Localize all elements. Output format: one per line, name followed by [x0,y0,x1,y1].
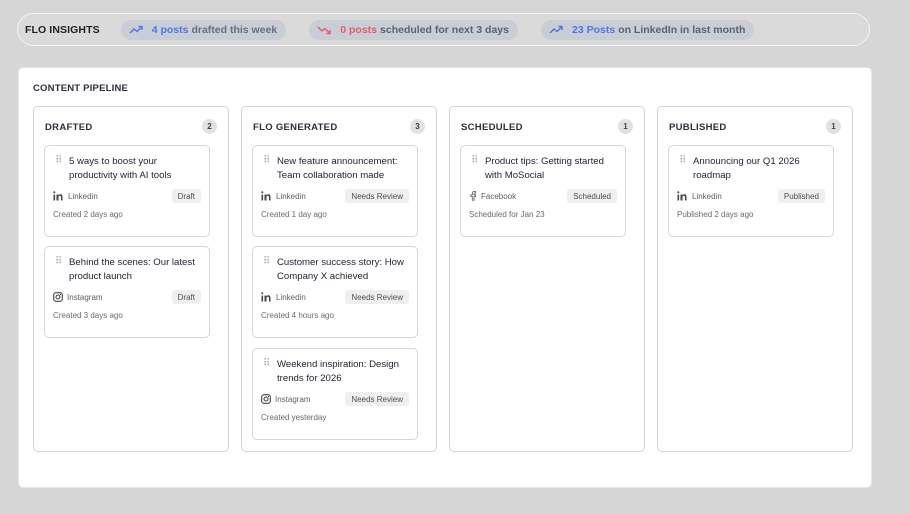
column-count-badge: 2 [202,119,217,134]
insight-linkedin-count: 23 Posts [571,23,616,36]
card-platform: Instagram [53,292,103,302]
card-platform: Instagram [261,394,311,404]
insights-bar: FLO INSIGHTS 4 posts drafted this week 0… [17,13,870,46]
card-title: Announcing our Q1 2026 roadmap [693,156,800,181]
status-badge: Scheduled [567,189,617,203]
insight-scheduled-text: scheduled for next 3 days [380,23,509,36]
content-pipeline-panel: CONTENT PIPELINE DRAFTED 2 ⠿ 5 ways to b… [18,67,872,488]
column-title: DRAFTED [45,122,93,133]
card-meta: Created 3 days ago [53,311,123,320]
insight-linkedin-text: on LinkedIn in last month [618,23,746,36]
card-meta: Published 2 days ago [677,210,754,219]
insight-scheduled-count: 0 posts [340,23,378,36]
linkedin-icon [261,292,272,302]
linkedin-icon [677,191,688,201]
column-count-badge: 1 [826,119,841,134]
post-card[interactable]: ⠿ Product tips: Getting started with MoS… [460,145,626,237]
instagram-icon [53,292,63,302]
platform-label: Instagram [275,394,311,404]
card-title: 5 ways to boost your productivity with A… [69,156,172,181]
card-title: Product tips: Getting started with MoSoc… [485,156,604,181]
trending-down-icon [317,26,331,34]
column-title: FLO GENERATED [253,122,338,133]
platform-label: Instagram [67,292,103,302]
card-meta: Created 4 hours ago [261,311,334,320]
post-card[interactable]: ⠿ New feature announcement: Team collabo… [252,145,418,237]
post-card[interactable]: ⠿ Weekend inspiration: Design trends for… [252,348,418,440]
column-published: PUBLISHED 1 ⠿ Announcing our Q1 2026 roa… [657,106,853,452]
card-platform: Linkedin [261,292,306,302]
linkedin-icon [261,191,272,201]
card-title: Customer success story: How Company X ac… [277,257,404,282]
drag-handle-icon[interactable]: ⠿ [263,359,270,369]
card-title: Weekend inspiration: Design trends for 2… [277,359,399,384]
status-badge: Needs Review [345,189,409,203]
platform-label: Facebook [481,191,517,201]
post-card[interactable]: ⠿ 5 ways to boost your productivity with… [44,145,210,237]
drag-handle-icon[interactable]: ⠿ [55,257,62,267]
status-badge: Draft [171,189,201,203]
instagram-icon [261,394,271,404]
post-card[interactable]: ⠿ Announcing our Q1 2026 roadmap Linkedi… [668,145,834,237]
card-meta: Created 2 days ago [53,210,123,219]
status-badge: Draft [171,290,201,304]
platform-label: Linkedin [68,191,98,201]
insight-drafted-count: 4 posts [151,23,189,36]
card-meta: Scheduled for Jan 23 [469,210,545,219]
insight-pill-linkedin[interactable]: 23 Posts on LinkedIn in last month [540,19,755,40]
column-scheduled: SCHEDULED 1 ⠿ Product tips: Getting star… [449,106,645,452]
column-title: PUBLISHED [669,122,727,133]
drag-handle-icon[interactable]: ⠿ [55,156,62,166]
trending-up-icon [549,25,563,33]
post-card[interactable]: ⠿ Customer success story: How Company X … [252,246,418,338]
column-count-badge: 3 [410,119,425,134]
insight-pill-drafted[interactable]: 4 posts drafted this week [120,19,287,40]
card-platform: Linkedin [261,191,306,201]
drag-handle-icon[interactable]: ⠿ [679,156,686,166]
platform-label: Linkedin [276,292,306,302]
facebook-icon [469,191,477,201]
status-badge: Needs Review [345,392,409,406]
column-flo-generated: FLO GENERATED 3 ⠿ New feature announceme… [241,106,437,452]
card-platform: Linkedin [53,191,98,201]
column-count-badge: 1 [618,119,633,134]
insight-drafted-text: drafted this week [191,23,278,36]
card-title: New feature announcement: Team collabora… [277,156,398,181]
status-badge: Needs Review [345,290,409,304]
linkedin-icon [53,191,64,201]
drag-handle-icon[interactable]: ⠿ [263,257,270,267]
drag-handle-icon[interactable]: ⠿ [471,156,478,166]
column-title: SCHEDULED [461,122,523,133]
card-meta: Created yesterday [261,413,327,422]
status-badge: Published [777,189,825,203]
insights-title: FLO INSIGHTS [25,23,100,36]
card-platform: Linkedin [677,191,722,201]
trending-up-icon [129,25,143,33]
insight-pill-scheduled[interactable]: 0 posts scheduled for next 3 days [309,19,518,40]
card-title: Behind the scenes: Our latest product la… [69,257,195,282]
drag-handle-icon[interactable]: ⠿ [263,156,270,166]
panel-title: CONTENT PIPELINE [33,83,129,94]
column-drafted: DRAFTED 2 ⠿ 5 ways to boost your product… [33,106,229,452]
platform-label: Linkedin [276,191,306,201]
platform-label: Linkedin [692,191,722,201]
card-platform: Facebook [469,191,516,201]
card-meta: Created 1 day ago [261,210,327,219]
post-card[interactable]: ⠿ Behind the scenes: Our latest product … [44,246,210,338]
